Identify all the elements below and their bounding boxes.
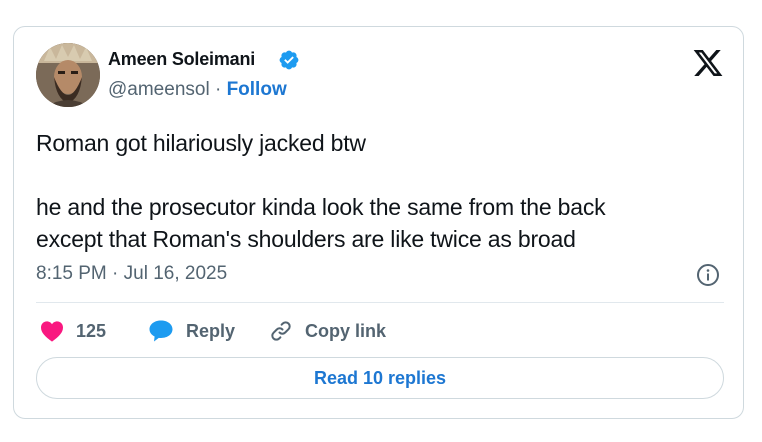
follow-link[interactable]: Follow [227, 79, 287, 100]
tweet-text-line: he and the prosecutor kinda look the sam… [36, 194, 606, 220]
separator: · [214, 79, 222, 100]
like-button[interactable]: 125 [40, 317, 106, 345]
speech-bubble-icon [149, 320, 173, 342]
like-count: 125 [76, 320, 107, 341]
reply-action-button[interactable]: Reply [148, 317, 235, 345]
handle-row: @ameensol · Follow [108, 79, 287, 101]
tweet-card: Ameen Soleimani @ameensol · Follow Roman… [13, 26, 744, 419]
heart-icon [41, 321, 63, 342]
avatar[interactable] [36, 43, 100, 107]
copy-link-button[interactable]: Copy link [269, 317, 386, 345]
timestamp[interactable]: 8:15 PM · Jul 16, 2025 [36, 263, 227, 285]
verified-badge-icon [279, 50, 299, 70]
handle[interactable]: @ameensol [108, 79, 210, 100]
x-logo-icon[interactable] [692, 47, 724, 79]
author-name[interactable]: Ameen Soleimani [108, 49, 255, 70]
tweet-text-line: except that Roman's shoulders are like t… [36, 226, 576, 252]
reply-label: Reply [186, 320, 236, 341]
read-replies-button[interactable]: Read 10 replies [36, 357, 724, 399]
tweet-text-line: Roman got hilariously jacked btw [36, 130, 366, 156]
tweet-text: Roman got hilariously jacked btw he and … [36, 127, 726, 255]
link-icon [271, 321, 291, 341]
divider [36, 302, 724, 303]
copy-link-label: Copy link [305, 320, 387, 341]
info-icon[interactable] [696, 263, 720, 287]
